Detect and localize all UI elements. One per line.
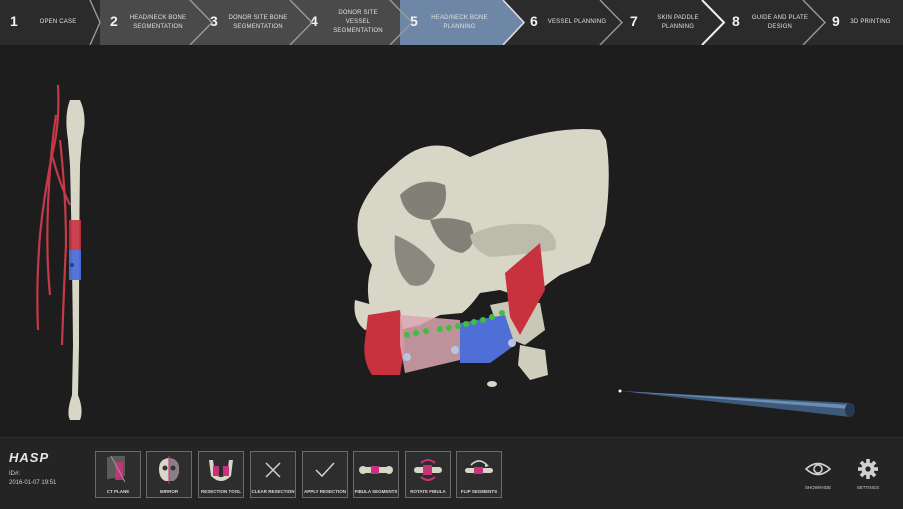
pointer-tool[interactable] xyxy=(618,389,856,418)
mirror-button[interactable]: MIRROR xyxy=(146,451,192,498)
tool-label: FIBULA SEGMENTS xyxy=(354,489,398,494)
eye-icon xyxy=(804,462,832,476)
rotate-fibula-icon xyxy=(406,455,450,485)
settings-label: SETTINGS xyxy=(856,485,880,490)
clear-resection-button[interactable]: CLEAR RESECTION xyxy=(250,451,296,498)
ct-plane-icon xyxy=(96,455,140,485)
3d-scene[interactable] xyxy=(0,45,903,437)
step-chevrons xyxy=(88,0,826,45)
flip-segments-button[interactable]: FLIP SEGMENTS xyxy=(456,451,502,498)
tool-label: CLEAR RESECTION xyxy=(251,489,295,494)
clear-x-icon xyxy=(251,455,295,485)
show-hide-label: SHOW/HIDE xyxy=(804,485,831,490)
app-logo: HASP xyxy=(9,450,50,465)
tool-label: CT PLANE xyxy=(106,489,130,494)
case-id-label: ID#: xyxy=(9,471,21,477)
bone-fragment xyxy=(487,381,497,387)
resection-tool-button[interactable]: RESECTION TOOL xyxy=(198,451,244,498)
mirror-icon xyxy=(147,455,191,485)
apply-resection-button[interactable]: APPLY RESECTION xyxy=(302,451,348,498)
case-date: 2016-01-07 19:51 xyxy=(9,480,57,486)
tool-label: RESECTION TOOL xyxy=(201,489,241,494)
tool-label: APPLY RESECTION xyxy=(303,489,346,494)
gear-icon xyxy=(858,459,878,479)
tool-label: ROTATE FIBULA xyxy=(410,489,446,494)
checkmark-icon xyxy=(303,455,347,485)
vessel-model[interactable] xyxy=(36,84,71,346)
show-hide-button[interactable]: SHOW/HIDE xyxy=(796,454,840,498)
3d-viewport[interactable] xyxy=(0,45,903,437)
rotate-fibula-button[interactable]: ROTATE FIBULA xyxy=(405,451,451,498)
bottom-toolbar: HASP ID#: 2016-01-07 19:51 CT PLANE MIRR… xyxy=(0,437,903,509)
flip-segments-icon xyxy=(457,455,501,485)
fibula-model[interactable] xyxy=(66,100,85,420)
resection-tool-icon xyxy=(199,455,243,485)
fibula-segments-button[interactable]: FIBULA SEGMENTS xyxy=(353,451,399,498)
tool-label: MIRROR xyxy=(159,489,179,494)
workflow-steps-bar: 1 OPEN CASE 2 HEAD/NECK BONE SEGMENTATIO… xyxy=(0,0,903,45)
tool-label: FLIP SEGMENTS xyxy=(460,489,498,494)
settings-button[interactable]: SETTINGS xyxy=(846,454,890,498)
ct-plane-button[interactable]: CT PLANE xyxy=(95,451,141,498)
fibula-segments-icon xyxy=(354,455,398,485)
